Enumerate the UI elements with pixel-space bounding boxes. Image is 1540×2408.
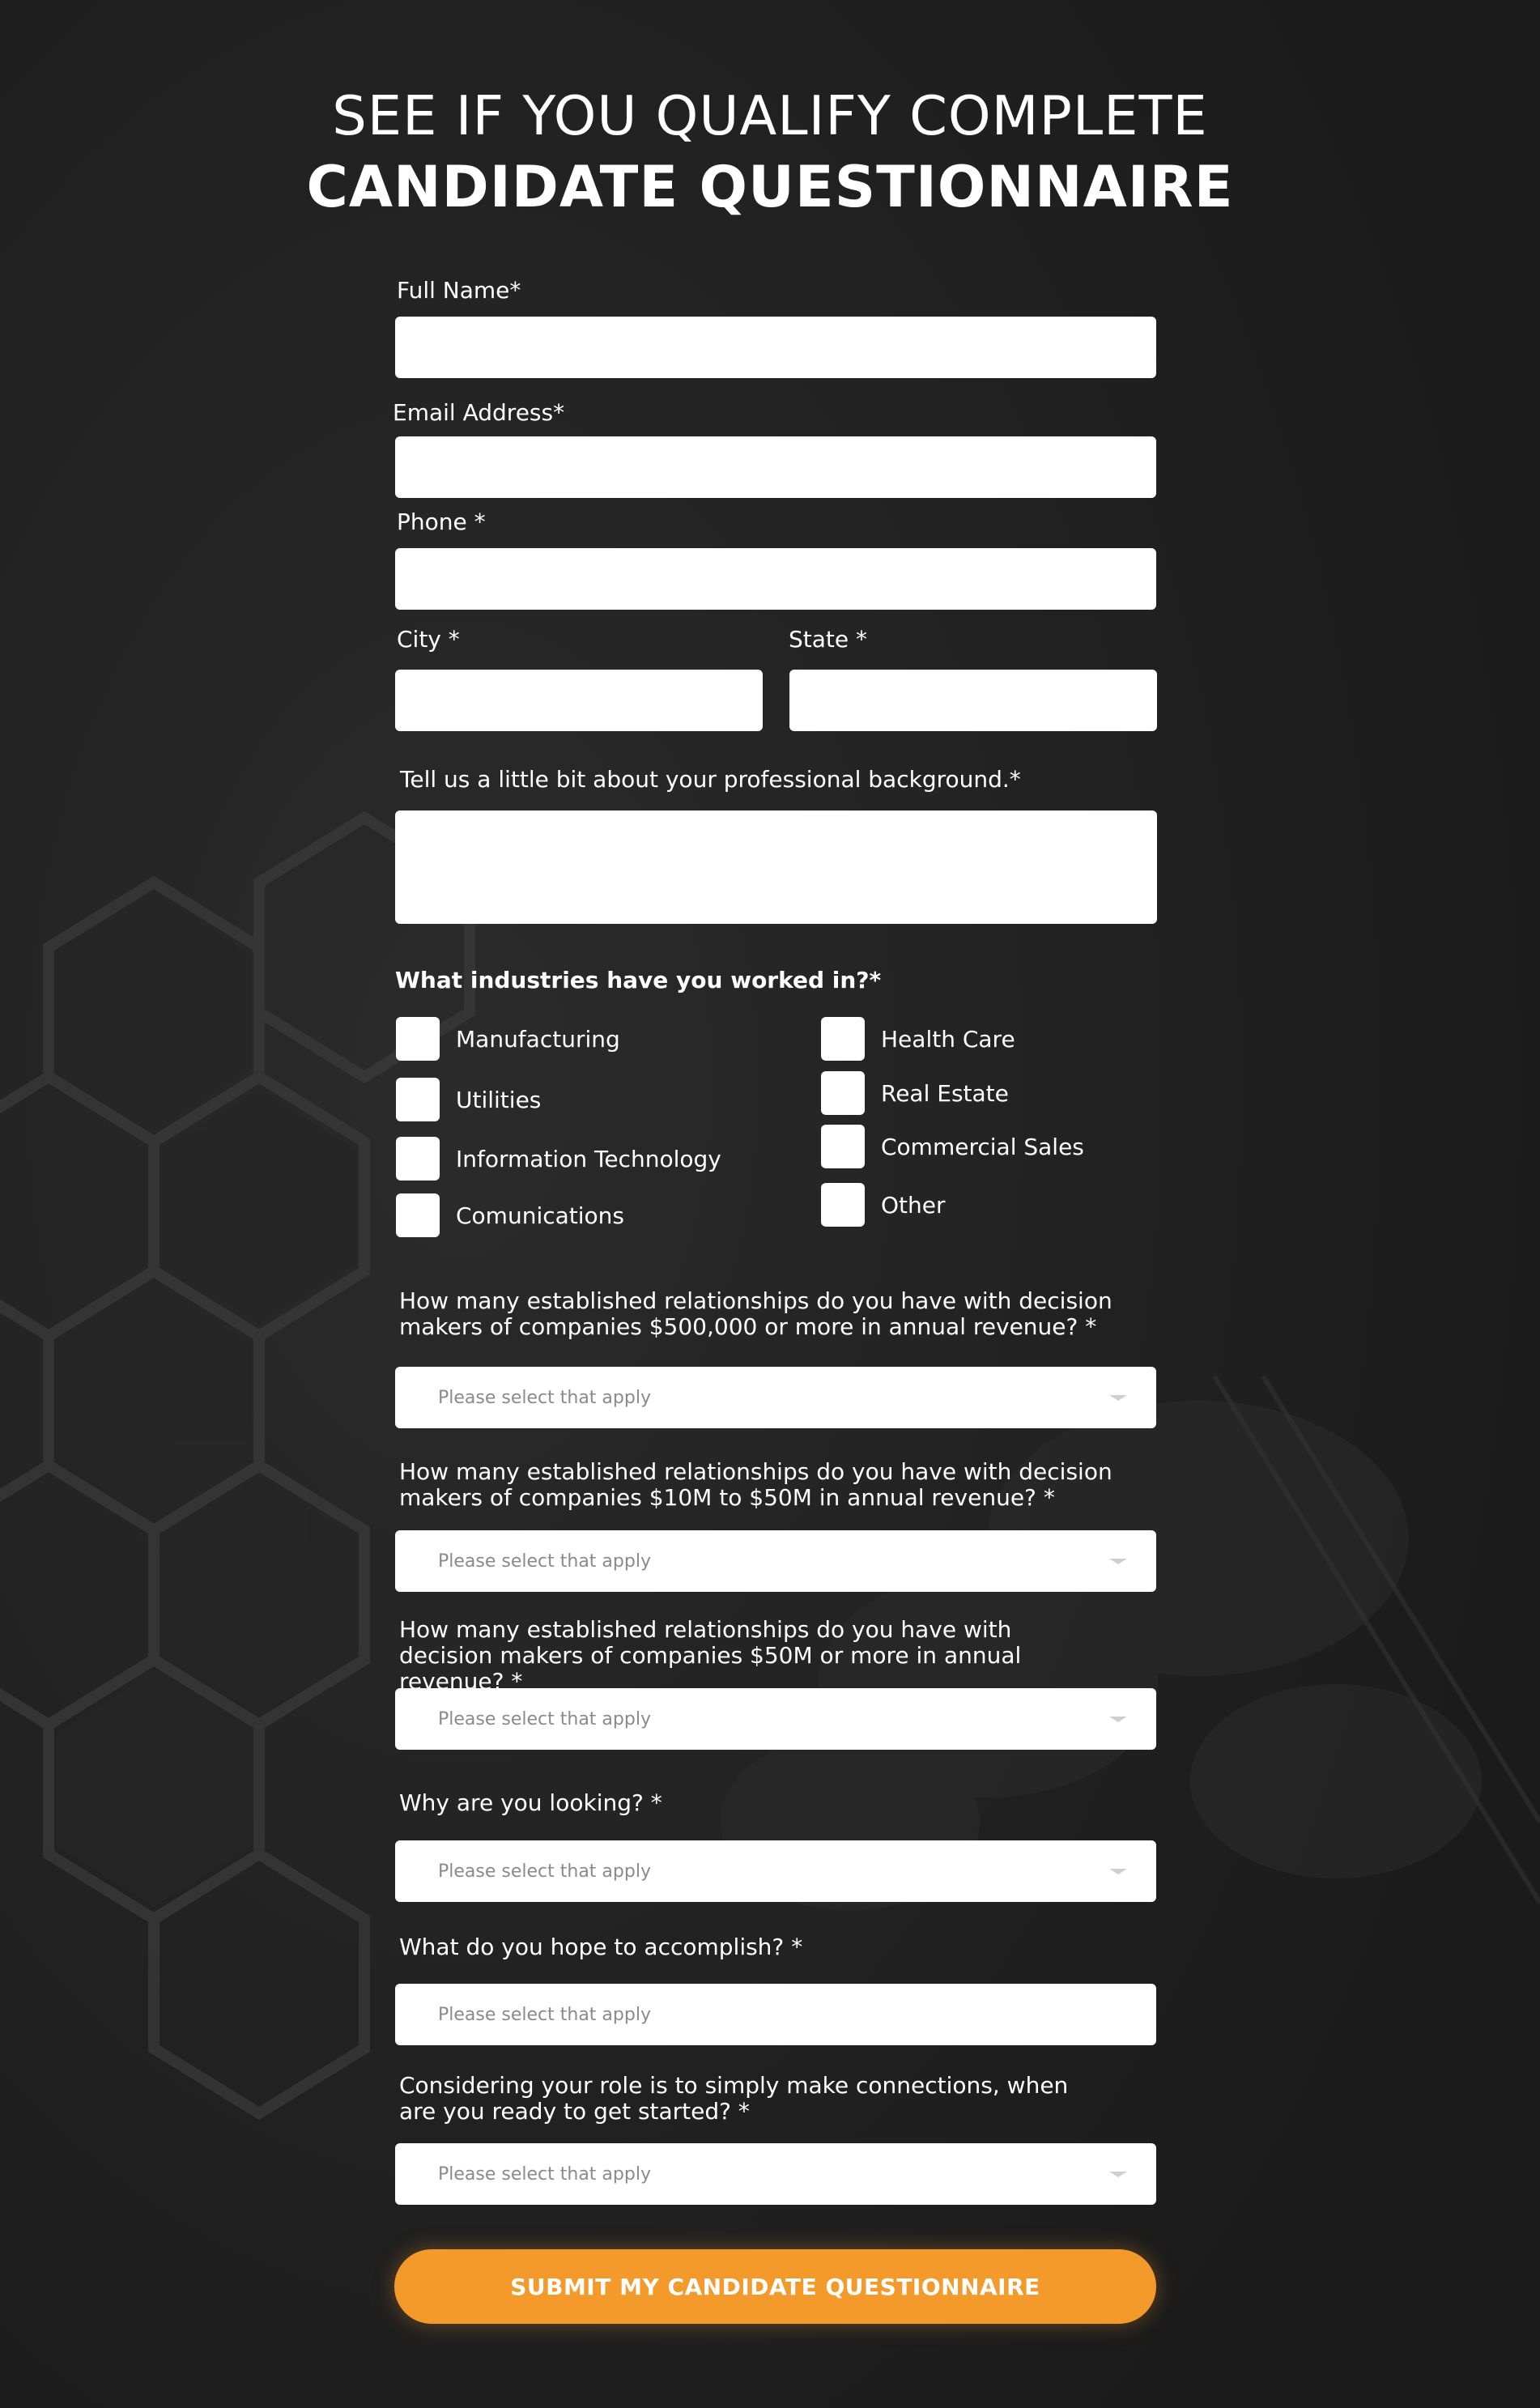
checkbox[interactable] <box>821 1017 865 1061</box>
checkbox[interactable] <box>821 1071 865 1115</box>
chevron-down-icon <box>1109 1559 1127 1564</box>
chevron-down-icon <box>1109 1395 1127 1401</box>
checkbox[interactable] <box>821 1183 865 1227</box>
industry-option-commercial-sales[interactable]: Commercial Sales <box>821 1125 1084 1168</box>
select-placeholder: Please select that apply <box>438 1551 651 1572</box>
background-textarea[interactable] <box>395 810 1157 924</box>
q1-label: How many established relationships do yo… <box>399 1287 1112 1340</box>
industry-option-information-technology[interactable]: Information Technology <box>396 1137 721 1181</box>
checkbox[interactable] <box>396 1137 440 1181</box>
state-input[interactable] <box>789 670 1157 731</box>
industry-option-utilities[interactable]: Utilities <box>396 1078 541 1121</box>
city-label: City * <box>397 626 460 653</box>
select-placeholder: Please select that apply <box>438 1861 651 1882</box>
q3-label: How many established relationships do yo… <box>399 1616 1022 1695</box>
industry-option-comunications[interactable]: Comunications <box>396 1193 624 1237</box>
industry-label: Other <box>881 1191 946 1219</box>
q6-select[interactable]: Please select that apply <box>395 2143 1156 2205</box>
q4-select[interactable]: Please select that apply <box>395 1840 1156 1902</box>
q5-select[interactable]: Please select that apply <box>395 1984 1156 2045</box>
background-label: Tell us a little bit about your professi… <box>400 766 1021 793</box>
full-name-label: Full Name* <box>397 277 521 304</box>
full-name-input[interactable] <box>395 317 1156 378</box>
select-placeholder: Please select that apply <box>438 2004 651 2025</box>
city-input[interactable] <box>395 670 763 731</box>
select-placeholder: Please select that apply <box>438 1387 651 1408</box>
checkbox[interactable] <box>821 1125 865 1168</box>
q1-select[interactable]: Please select that apply <box>395 1367 1156 1428</box>
industry-label: Commercial Sales <box>881 1133 1084 1160</box>
checkbox[interactable] <box>396 1078 440 1121</box>
checkbox[interactable] <box>396 1017 440 1061</box>
checkbox[interactable] <box>396 1193 440 1237</box>
chevron-down-icon <box>1109 1717 1127 1722</box>
q4-label: Why are you looking? * <box>399 1789 662 1816</box>
phone-input[interactable] <box>395 548 1156 610</box>
chevron-down-icon <box>1109 2172 1127 2177</box>
industry-option-health-care[interactable]: Health Care <box>821 1017 1015 1061</box>
q2-select[interactable]: Please select that apply <box>395 1530 1156 1592</box>
industry-label: Comunications <box>456 1202 625 1229</box>
q3-select[interactable]: Please select that apply <box>395 1688 1156 1750</box>
industry-label: Real Estate <box>881 1079 1009 1107</box>
page: SEE IF YOU QUALIFY COMPLETE CANDIDATE QU… <box>0 0 1540 2408</box>
headline-line-1: SEE IF YOU QUALIFY COMPLETE <box>332 84 1208 147</box>
select-placeholder: Please select that apply <box>438 1708 651 1729</box>
questionnaire-section: SEE IF YOU QUALIFY COMPLETE CANDIDATE QU… <box>0 0 1540 2408</box>
q5-label: What do you hope to accomplish? * <box>399 1934 803 1960</box>
industry-option-manufacturing[interactable]: Manufacturing <box>396 1017 620 1061</box>
submit-button[interactable]: SUBMIT MY CANDIDATE QUESTIONNAIRE <box>394 2249 1156 2324</box>
industry-option-other[interactable]: Other <box>821 1183 946 1227</box>
chevron-down-icon <box>1109 1869 1127 1874</box>
industry-label: Health Care <box>881 1025 1015 1053</box>
industry-label: Manufacturing <box>456 1025 620 1053</box>
industries-label: What industries have you worked in?* <box>395 967 882 993</box>
select-placeholder: Please select that apply <box>438 2163 651 2185</box>
email-label: Email Address* <box>393 399 565 426</box>
state-label: State * <box>789 626 868 653</box>
q2-label: How many established relationships do yo… <box>399 1458 1112 1511</box>
phone-label: Phone * <box>397 508 486 535</box>
industry-label: Utilities <box>456 1086 542 1113</box>
industry-label: Information Technology <box>456 1145 721 1172</box>
headline-line-2: CANDIDATE QUESTIONNAIRE <box>306 154 1234 220</box>
q6-label: Considering your role is to simply make … <box>399 2072 1069 2125</box>
industry-option-real-estate[interactable]: Real Estate <box>821 1071 1009 1115</box>
email-input[interactable] <box>395 436 1156 498</box>
